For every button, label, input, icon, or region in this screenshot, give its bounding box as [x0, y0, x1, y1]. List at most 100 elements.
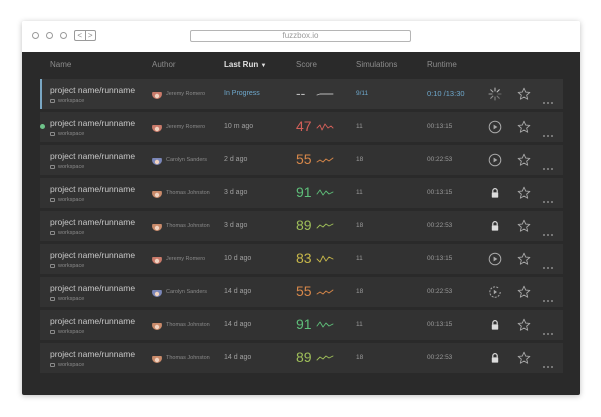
folder-icon: [50, 296, 55, 301]
workspace-name: workspace: [58, 164, 85, 170]
column-header-last-run-label: Last Run: [224, 60, 259, 69]
star-icon[interactable]: [517, 186, 531, 200]
last-run-value: 10 d ago: [224, 255, 252, 262]
project-name[interactable]: project name/runname: [50, 316, 135, 326]
workspace-label: workspace: [50, 362, 84, 368]
workspace-label: workspace: [50, 164, 84, 170]
sort-desc-icon: ▼: [260, 63, 267, 69]
column-header-simulations[interactable]: Simulations: [356, 60, 397, 69]
spinner-icon[interactable]: [488, 87, 502, 101]
workspace-name: workspace: [58, 98, 85, 104]
table-row[interactable]: project name/runname workspace Jeremy Rome…: [40, 112, 563, 142]
app-content: Name Author Last Run ▼ Score Simulations…: [22, 52, 580, 395]
column-header-name[interactable]: Name: [50, 60, 71, 69]
play-icon[interactable]: [488, 120, 502, 134]
project-name[interactable]: project name/runname: [50, 184, 135, 194]
table-row[interactable]: project name/runname workspace Jeremy Rome…: [40, 79, 563, 109]
lock-icon[interactable]: [488, 186, 502, 200]
avatar: [152, 221, 162, 231]
workspace-name: workspace: [58, 296, 85, 302]
project-name[interactable]: project name/runname: [50, 217, 135, 227]
project-name[interactable]: project name/runname: [50, 250, 135, 260]
lock-icon[interactable]: [488, 318, 502, 332]
last-run-value: 10 m ago: [224, 123, 254, 130]
author-name: Carolyn Sanders: [166, 289, 207, 295]
replay-icon[interactable]: [488, 285, 502, 299]
table-row[interactable]: project name/runname workspace Thomas John…: [40, 178, 563, 208]
more-options-icon[interactable]: [542, 125, 554, 137]
play-icon[interactable]: [488, 252, 502, 266]
score-value: 91: [296, 184, 312, 200]
more-options-icon[interactable]: [542, 191, 554, 203]
project-name[interactable]: project name/runname: [50, 349, 135, 359]
window-maximize-icon[interactable]: [60, 32, 67, 39]
more-options-icon[interactable]: [542, 224, 554, 236]
runtime-value: 00:13:15: [427, 189, 453, 196]
avatar: [152, 287, 162, 297]
lock-icon[interactable]: [488, 219, 502, 233]
table-row[interactable]: project name/runname workspace Thomas John…: [40, 310, 563, 340]
more-options-icon[interactable]: [542, 290, 554, 302]
score-value: 89: [296, 217, 312, 233]
star-icon[interactable]: [517, 153, 531, 167]
table-row[interactable]: project name/runname workspace Thomas John…: [40, 343, 563, 373]
more-options-icon[interactable]: [542, 92, 554, 104]
window-minimize-icon[interactable]: [46, 32, 53, 39]
column-header-last-run[interactable]: Last Run ▼: [224, 60, 266, 69]
score-value: 83: [296, 250, 312, 266]
workspace-label: workspace: [50, 98, 84, 104]
last-run-value: 3 d ago: [224, 222, 248, 229]
last-run-value: 14 d ago: [224, 288, 252, 295]
selection-indicator: [40, 79, 42, 109]
simulations-value: 18: [356, 288, 364, 295]
more-options-icon[interactable]: [542, 158, 554, 170]
lock-icon[interactable]: [488, 351, 502, 365]
project-name[interactable]: project name/runname: [50, 85, 135, 95]
table-row[interactable]: project name/runname workspace Thomas John…: [40, 211, 563, 241]
folder-icon: [50, 362, 55, 367]
address-bar[interactable]: fuzzbox.io: [190, 30, 411, 42]
table-row[interactable]: project name/runname workspace Carolyn San…: [40, 277, 563, 307]
column-header-runtime[interactable]: Runtime: [427, 60, 457, 69]
author-name: Carolyn Sanders: [166, 157, 207, 163]
star-icon[interactable]: [517, 285, 531, 299]
star-icon[interactable]: [517, 219, 531, 233]
more-options-icon[interactable]: [542, 323, 554, 335]
column-header-author[interactable]: Author: [152, 60, 176, 69]
runtime-value: 00:13:15: [427, 255, 453, 262]
star-icon[interactable]: [517, 351, 531, 365]
folder-icon: [50, 329, 55, 334]
last-run-value: 3 d ago: [224, 189, 248, 196]
star-icon[interactable]: [517, 87, 531, 101]
more-options-icon[interactable]: [542, 257, 554, 269]
table-row[interactable]: project name/runname workspace Jeremy Rome…: [40, 244, 563, 274]
workspace-name: workspace: [58, 362, 85, 368]
workspace-name: workspace: [58, 131, 85, 137]
back-button[interactable]: <: [75, 31, 86, 40]
author-name: Jeremy Romero: [166, 124, 206, 130]
more-options-icon[interactable]: [542, 356, 554, 368]
star-icon[interactable]: [517, 252, 531, 266]
score-sparkline: [316, 123, 334, 131]
author-name: Thomas Johnston: [166, 322, 210, 328]
star-icon[interactable]: [517, 318, 531, 332]
workspace-name: workspace: [58, 263, 85, 269]
project-name[interactable]: project name/runname: [50, 151, 135, 161]
avatar: [152, 353, 162, 363]
forward-button[interactable]: >: [86, 31, 96, 40]
runtime-value: 00:22:53: [427, 288, 453, 295]
simulations-value: 9/11: [356, 90, 369, 97]
folder-icon: [50, 164, 55, 169]
play-icon[interactable]: [488, 153, 502, 167]
last-run-value: 14 d ago: [224, 354, 252, 361]
project-name[interactable]: project name/runname: [50, 283, 135, 293]
score-sparkline: [316, 157, 334, 163]
star-icon[interactable]: [517, 120, 531, 134]
column-header-score[interactable]: Score: [296, 60, 317, 69]
table-row[interactable]: project name/runname workspace Carolyn San…: [40, 145, 563, 175]
window-close-icon[interactable]: [32, 32, 39, 39]
simulations-value: 11: [356, 321, 363, 328]
project-name[interactable]: project name/runname: [50, 118, 135, 128]
avatar: [152, 254, 162, 264]
author-name: Jeremy Romero: [166, 256, 206, 262]
